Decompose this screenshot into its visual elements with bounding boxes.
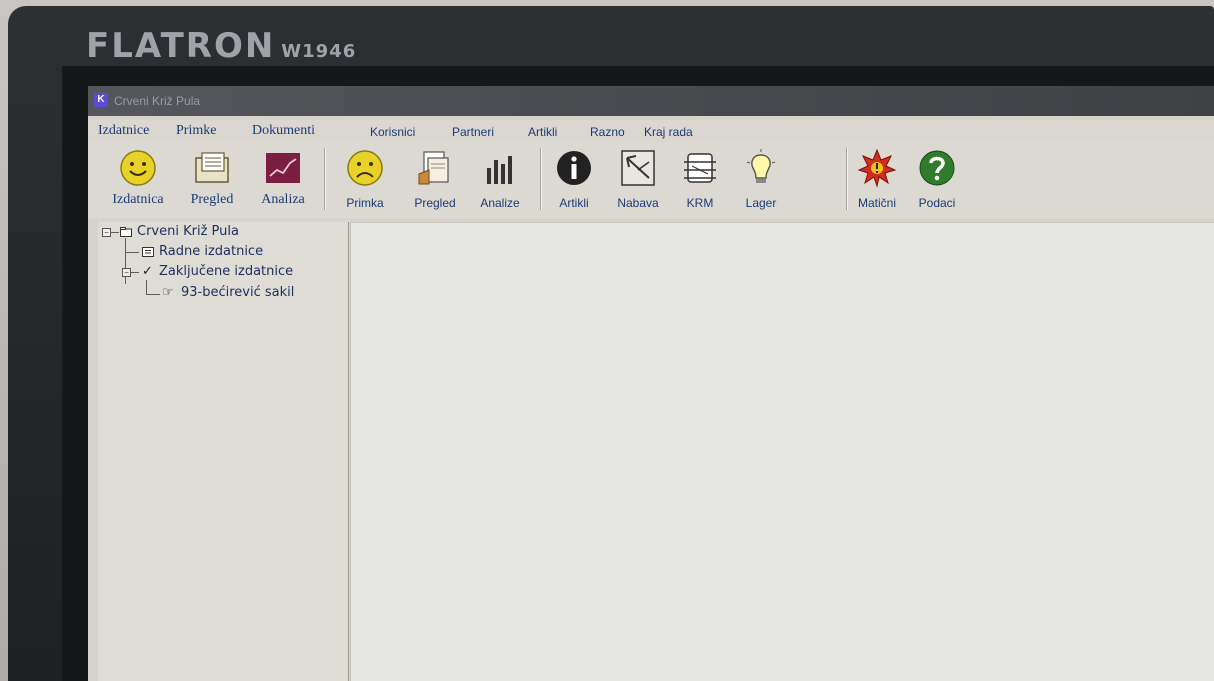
menu-artikli[interactable]: Artikli	[528, 125, 557, 139]
checkmark-icon: ✓	[142, 264, 153, 279]
toolbar-analize-label: Analize	[480, 196, 520, 210]
toolbar-pregled2-button[interactable]: Pregled	[404, 148, 466, 210]
tree-connector	[111, 232, 119, 233]
tree-root-node[interactable]: Crveni Križ Pula	[120, 224, 239, 239]
bar-chart-icon	[487, 156, 512, 184]
brand-model: W1946	[281, 41, 357, 62]
toolbar-podaci-label: Podaci	[918, 196, 956, 210]
menu-primke[interactable]: Primke	[176, 123, 216, 139]
tree-node-label: 93-bećirević sakil	[181, 285, 295, 300]
tree-collapse-root[interactable]: −	[102, 228, 111, 237]
tree-connector	[146, 294, 160, 295]
toolbar-izdatnica-label: Izdatnica	[112, 192, 164, 207]
toolbar-primka-button[interactable]: Primka	[334, 148, 396, 210]
toolbar-artikli-button[interactable]: Artikli	[546, 148, 602, 210]
tree-node-document[interactable]: ☞ 93-bećirević sakil	[162, 285, 294, 300]
toolbar-izdatnica-button[interactable]: Izdatnica	[102, 148, 174, 208]
menu-korisnici[interactable]: Korisnici	[370, 125, 415, 139]
title-bar[interactable]: K Crveni Križ Pula	[88, 86, 1214, 116]
toolbar-maticni-button[interactable]: Matični	[850, 148, 904, 210]
toolbar-maticni-label: Matični	[857, 196, 896, 210]
menu-bar: Izdatnice Primke Dokumenti Korisnici Par…	[88, 120, 1214, 142]
toolbar: Izdatnica Pregled Analiza Primka Pregled…	[88, 142, 1214, 218]
toolbar-artikli-label: Artikli	[559, 196, 589, 210]
chart-trend-icon	[266, 153, 300, 183]
toolbar-lager-button[interactable]: Lager	[734, 148, 788, 210]
window-title: Crveni Križ Pula	[114, 94, 201, 108]
info-icon	[557, 151, 591, 185]
toolbar-lager-label: Lager	[745, 196, 777, 210]
alert-burst-icon	[857, 148, 897, 188]
toolbar-primka-label: Primka	[346, 196, 384, 210]
tree-node-label: Radne izdatnice	[159, 244, 264, 259]
main-content-area	[350, 222, 1214, 681]
menu-kraj-rada[interactable]: Kraj rada	[644, 125, 693, 139]
toolbar-pregled-label: Pregled	[190, 192, 234, 207]
tree-connector	[131, 272, 139, 273]
toolbar-podaci-button[interactable]: Podaci	[910, 148, 964, 210]
toolbar-nabava-label: Nabava	[617, 196, 659, 210]
tree-panel: − Crveni Križ Pula Radne izdatnice − ✓ Za…	[98, 222, 349, 681]
toolbar-nabava-button[interactable]: Nabava	[608, 148, 668, 210]
menu-dokumenti[interactable]: Dokumenti	[252, 123, 315, 139]
tree-node-radne-izdatnice[interactable]: Radne izdatnice	[142, 244, 263, 259]
smiley-happy-icon	[120, 150, 156, 186]
toolbar-pregled-button[interactable]: Pregled	[180, 148, 244, 208]
toolbar-pregled2-label: Pregled	[414, 196, 456, 210]
toolbar-analiza-button[interactable]: Analiza	[250, 148, 316, 208]
lightbulb-icon	[746, 149, 776, 183]
monitor-brand: FLATRON W1946	[86, 26, 356, 66]
tree-connector	[125, 238, 126, 284]
toolbar-krm-button[interactable]: KRM	[674, 148, 726, 210]
app-window: K Crveni Križ Pula Izdatnice Primke Doku…	[88, 86, 1214, 681]
toolbar-analiza-label: Analiza	[261, 192, 305, 207]
app-icon: K	[94, 93, 108, 107]
toolbar-separator	[846, 148, 848, 210]
document-list-icon	[195, 152, 229, 183]
krm-icon	[684, 153, 716, 183]
tree-connector	[125, 252, 139, 253]
toolbar-separator	[540, 148, 542, 210]
folder-icon	[120, 226, 132, 237]
tree-root-label: Crveni Križ Pula	[137, 224, 239, 239]
help-icon	[919, 150, 955, 186]
list-doc-icon	[142, 246, 154, 257]
document-hand-icon: ☞	[162, 285, 174, 300]
brand-name: FLATRON	[86, 26, 276, 66]
menu-partneri[interactable]: Partneri	[452, 125, 494, 139]
tree-node-label: Zaključene izdatnice	[159, 264, 294, 279]
toolbar-analize-button[interactable]: Analize	[470, 148, 530, 210]
smiley-sad-icon	[347, 150, 383, 186]
toolbar-separator	[324, 148, 326, 210]
toolbar-krm-label: KRM	[686, 196, 714, 210]
document-stack-icon	[418, 151, 449, 185]
nabava-icon	[621, 150, 655, 186]
tree-node-zakljucene-izdatnice[interactable]: ✓ Zaključene izdatnice	[142, 264, 293, 279]
tree-collapse-zakljucene[interactable]: −	[122, 268, 131, 277]
menu-razno[interactable]: Razno	[590, 125, 625, 139]
tree-connector	[146, 280, 147, 294]
menu-izdatnice[interactable]: Izdatnice	[98, 123, 149, 139]
